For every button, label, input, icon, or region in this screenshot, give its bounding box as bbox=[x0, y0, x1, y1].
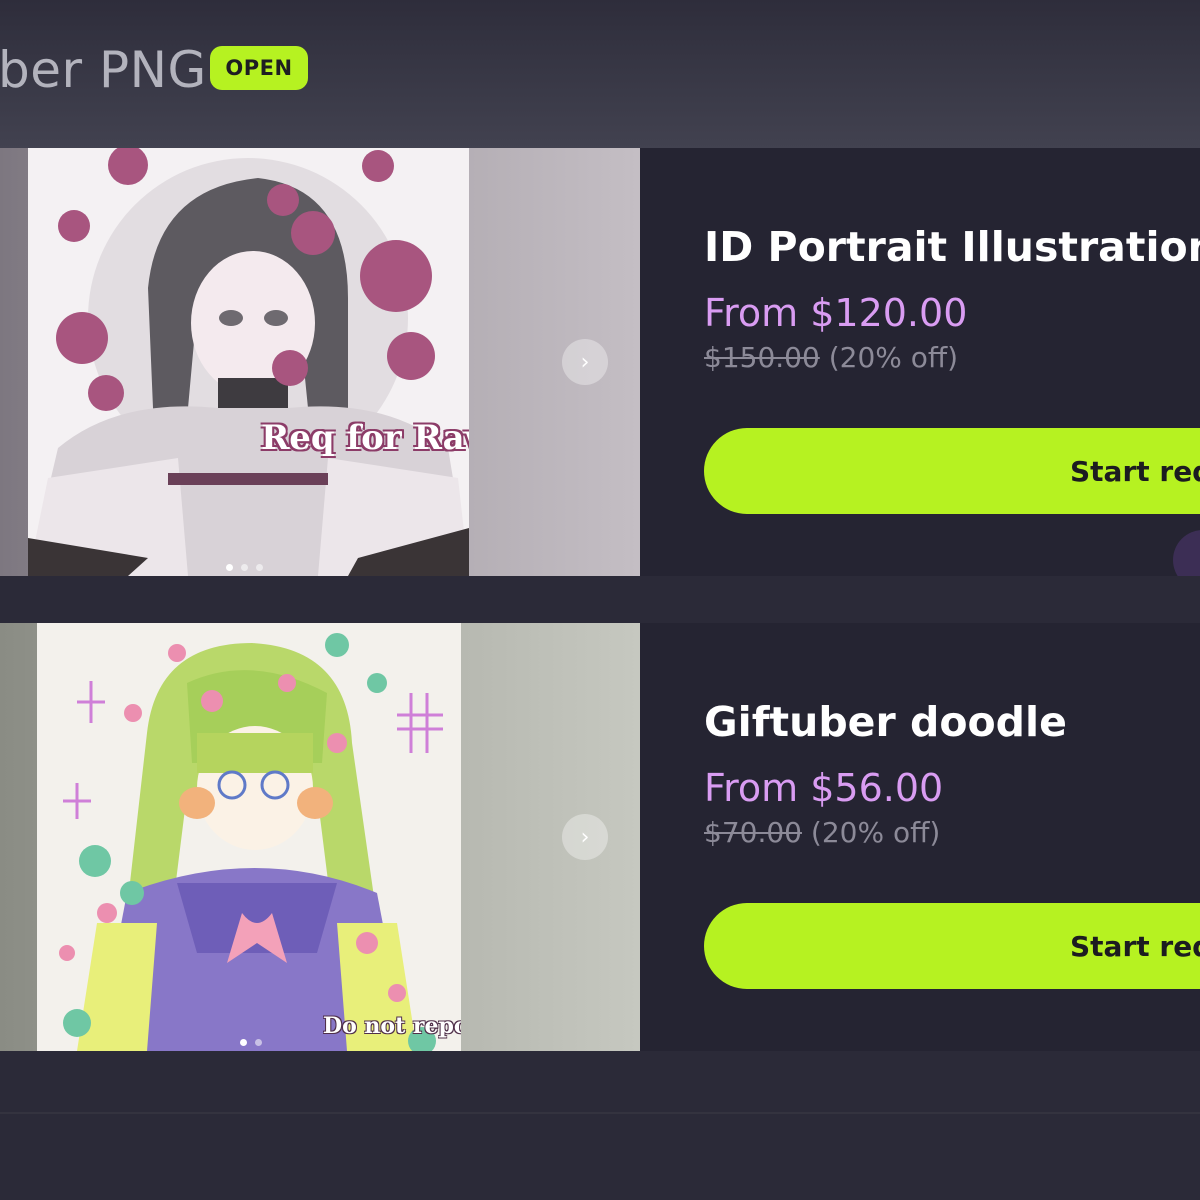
page-header: ber PNG OPEN bbox=[0, 0, 1200, 150]
original-price-row: $70.00 (20% off) bbox=[704, 815, 940, 851]
start-request-button[interactable]: Start req bbox=[704, 903, 1200, 989]
gallery-dot[interactable] bbox=[226, 564, 233, 571]
floating-action-blob bbox=[1173, 530, 1200, 576]
image-gallery[interactable]: Do not repost › bbox=[0, 623, 640, 1051]
listing-title[interactable]: ID Portrait Illustration bbox=[704, 222, 1200, 272]
watermark-text: Do not repost bbox=[323, 1013, 461, 1039]
chevron-right-icon: › bbox=[580, 349, 590, 375]
listing-card: Req for Raw › ID Portrait Illustration F… bbox=[0, 148, 1200, 576]
start-request-button[interactable]: Start req bbox=[704, 428, 1200, 514]
gallery-dot[interactable] bbox=[240, 1039, 247, 1046]
artwork-image: Req for Raw bbox=[28, 148, 469, 576]
gallery-dot[interactable] bbox=[241, 564, 248, 571]
gallery-next-button[interactable]: › bbox=[562, 814, 608, 860]
watermark-text: Req for Raw bbox=[261, 418, 469, 458]
page-title: ber PNG bbox=[0, 41, 207, 99]
page-footer bbox=[0, 1114, 1200, 1200]
discount-label: (20% off) bbox=[810, 816, 941, 849]
image-gallery[interactable]: Req for Raw › bbox=[0, 148, 640, 576]
chevron-right-icon: › bbox=[580, 824, 590, 850]
original-price: $70.00 bbox=[704, 816, 802, 849]
listing-card: Do not repost › Giftuber doodle From $56… bbox=[0, 623, 1200, 1051]
listing-price: From $56.00 bbox=[704, 766, 944, 810]
listing-info: ID Portrait Illustration From $120.00 $1… bbox=[640, 148, 1200, 576]
gallery-next-button[interactable]: › bbox=[562, 339, 608, 385]
gallery-dot[interactable] bbox=[256, 564, 263, 571]
artwork-image: Do not repost bbox=[37, 623, 461, 1051]
gallery-dot[interactable] bbox=[255, 1039, 262, 1046]
original-price-row: $150.00 (20% off) bbox=[704, 340, 958, 376]
original-price: $150.00 bbox=[704, 341, 820, 374]
status-badge: OPEN bbox=[210, 46, 308, 90]
listing-info: Giftuber doodle From $56.00 $70.00 (20% … bbox=[640, 623, 1200, 1051]
discount-label: (20% off) bbox=[828, 341, 959, 374]
gallery-dots bbox=[226, 564, 263, 571]
listing-price: From $120.00 bbox=[704, 291, 968, 335]
listing-title[interactable]: Giftuber doodle bbox=[704, 697, 1067, 747]
gallery-dots bbox=[240, 1039, 262, 1046]
